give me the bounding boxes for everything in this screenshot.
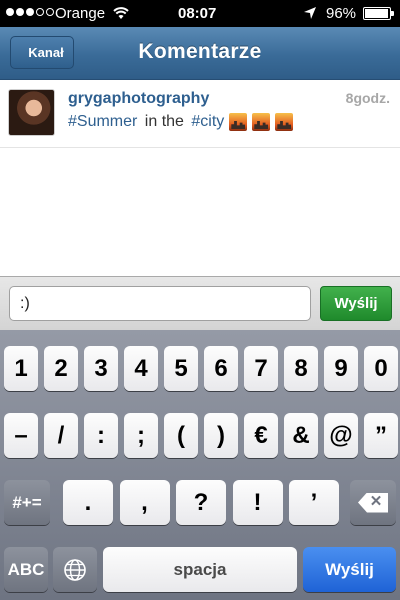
navigation-bar: Kanał Komentarze — [0, 27, 400, 80]
globe-icon — [64, 558, 86, 581]
key-digit[interactable]: 1 — [4, 346, 38, 391]
key-punctuation[interactable]: ! — [232, 480, 283, 525]
location-arrow-icon — [303, 6, 317, 24]
key-globe[interactable] — [53, 547, 97, 592]
clock: 08:07 — [178, 5, 217, 22]
send-button[interactable]: Wyślij — [320, 286, 392, 321]
key-symbol[interactable]: € — [244, 413, 278, 458]
key-symbol[interactable]: & — [284, 413, 318, 458]
key-punctuation[interactable]: , — [119, 480, 170, 525]
battery-tip — [391, 11, 394, 16]
hashtag-summer[interactable]: #Summer — [68, 113, 137, 131]
key-digit[interactable]: 6 — [204, 346, 238, 391]
key-digit[interactable]: 4 — [124, 346, 158, 391]
page-title: Komentarze — [138, 40, 262, 63]
key-symbol[interactable]: ( — [164, 413, 198, 458]
avatar[interactable] — [8, 89, 55, 136]
comment-text: #Summer in the #city — [68, 113, 294, 131]
wifi-icon — [113, 6, 129, 24]
battery-level-fill — [365, 9, 389, 18]
keyboard: #+= ✕ ABC spacja Wyślij 1 2 3 4 5 6 7 8 9 0 – /:;()… — [0, 330, 400, 600]
key-symbol[interactable]: @ — [324, 413, 358, 458]
key-digit[interactable]: 2 — [44, 346, 78, 391]
key-punctuation[interactable]: ? — [176, 480, 226, 525]
delete-icon: ✕ — [358, 492, 388, 513]
key-send[interactable]: Wyślij — [303, 547, 396, 592]
sunset-city-icon — [229, 113, 248, 131]
key-punctuation[interactable]: . — [63, 480, 113, 525]
key-delete[interactable]: ✕ — [350, 480, 396, 525]
key-digit[interactable]: 3 — [84, 346, 118, 391]
key-digit[interactable]: 0 — [364, 346, 398, 391]
comment-input[interactable] — [9, 286, 311, 321]
key-space[interactable]: spacja — [103, 547, 297, 592]
key-symbols-toggle[interactable]: #+= — [4, 480, 50, 525]
key-symbol[interactable]: ; — [124, 413, 158, 458]
status-bar: Orange 08:07 96% — [0, 0, 400, 27]
comment-text-middle: in the — [140, 113, 189, 130]
comment-item: grygaphotography 8godz. #Summer in the #… — [0, 80, 400, 148]
key-symbol[interactable]: : — [84, 413, 118, 458]
key-digit[interactable]: 8 — [284, 346, 318, 391]
key-digit[interactable]: 7 — [244, 346, 278, 391]
battery-percent: 96% — [326, 5, 357, 22]
signal-strength-icon — [6, 8, 54, 16]
key-symbol[interactable]: ) — [204, 413, 238, 458]
key-digit[interactable]: 9 — [324, 346, 358, 391]
battery-icon — [363, 7, 391, 20]
hashtag-city[interactable]: #city — [191, 113, 224, 131]
comment-username[interactable]: grygaphotography — [68, 90, 209, 108]
key-punctuation[interactable]: ’ — [289, 480, 339, 525]
comments-list: grygaphotography 8godz. #Summer in the #… — [0, 80, 400, 276]
comment-timestamp: 8godz. — [345, 90, 390, 106]
key-symbol[interactable]: / — [44, 413, 78, 458]
key-digit[interactable]: 5 — [164, 346, 198, 391]
sunset-city-icon — [252, 113, 271, 131]
carrier-name: Orange — [55, 5, 106, 22]
comment-input-bar: Wyślij — [0, 276, 400, 330]
key-symbol[interactable]: ” — [364, 413, 398, 458]
key-abc[interactable]: ABC — [4, 547, 48, 592]
sunset-city-icon — [275, 113, 294, 131]
key-symbol[interactable]: – — [4, 413, 38, 458]
